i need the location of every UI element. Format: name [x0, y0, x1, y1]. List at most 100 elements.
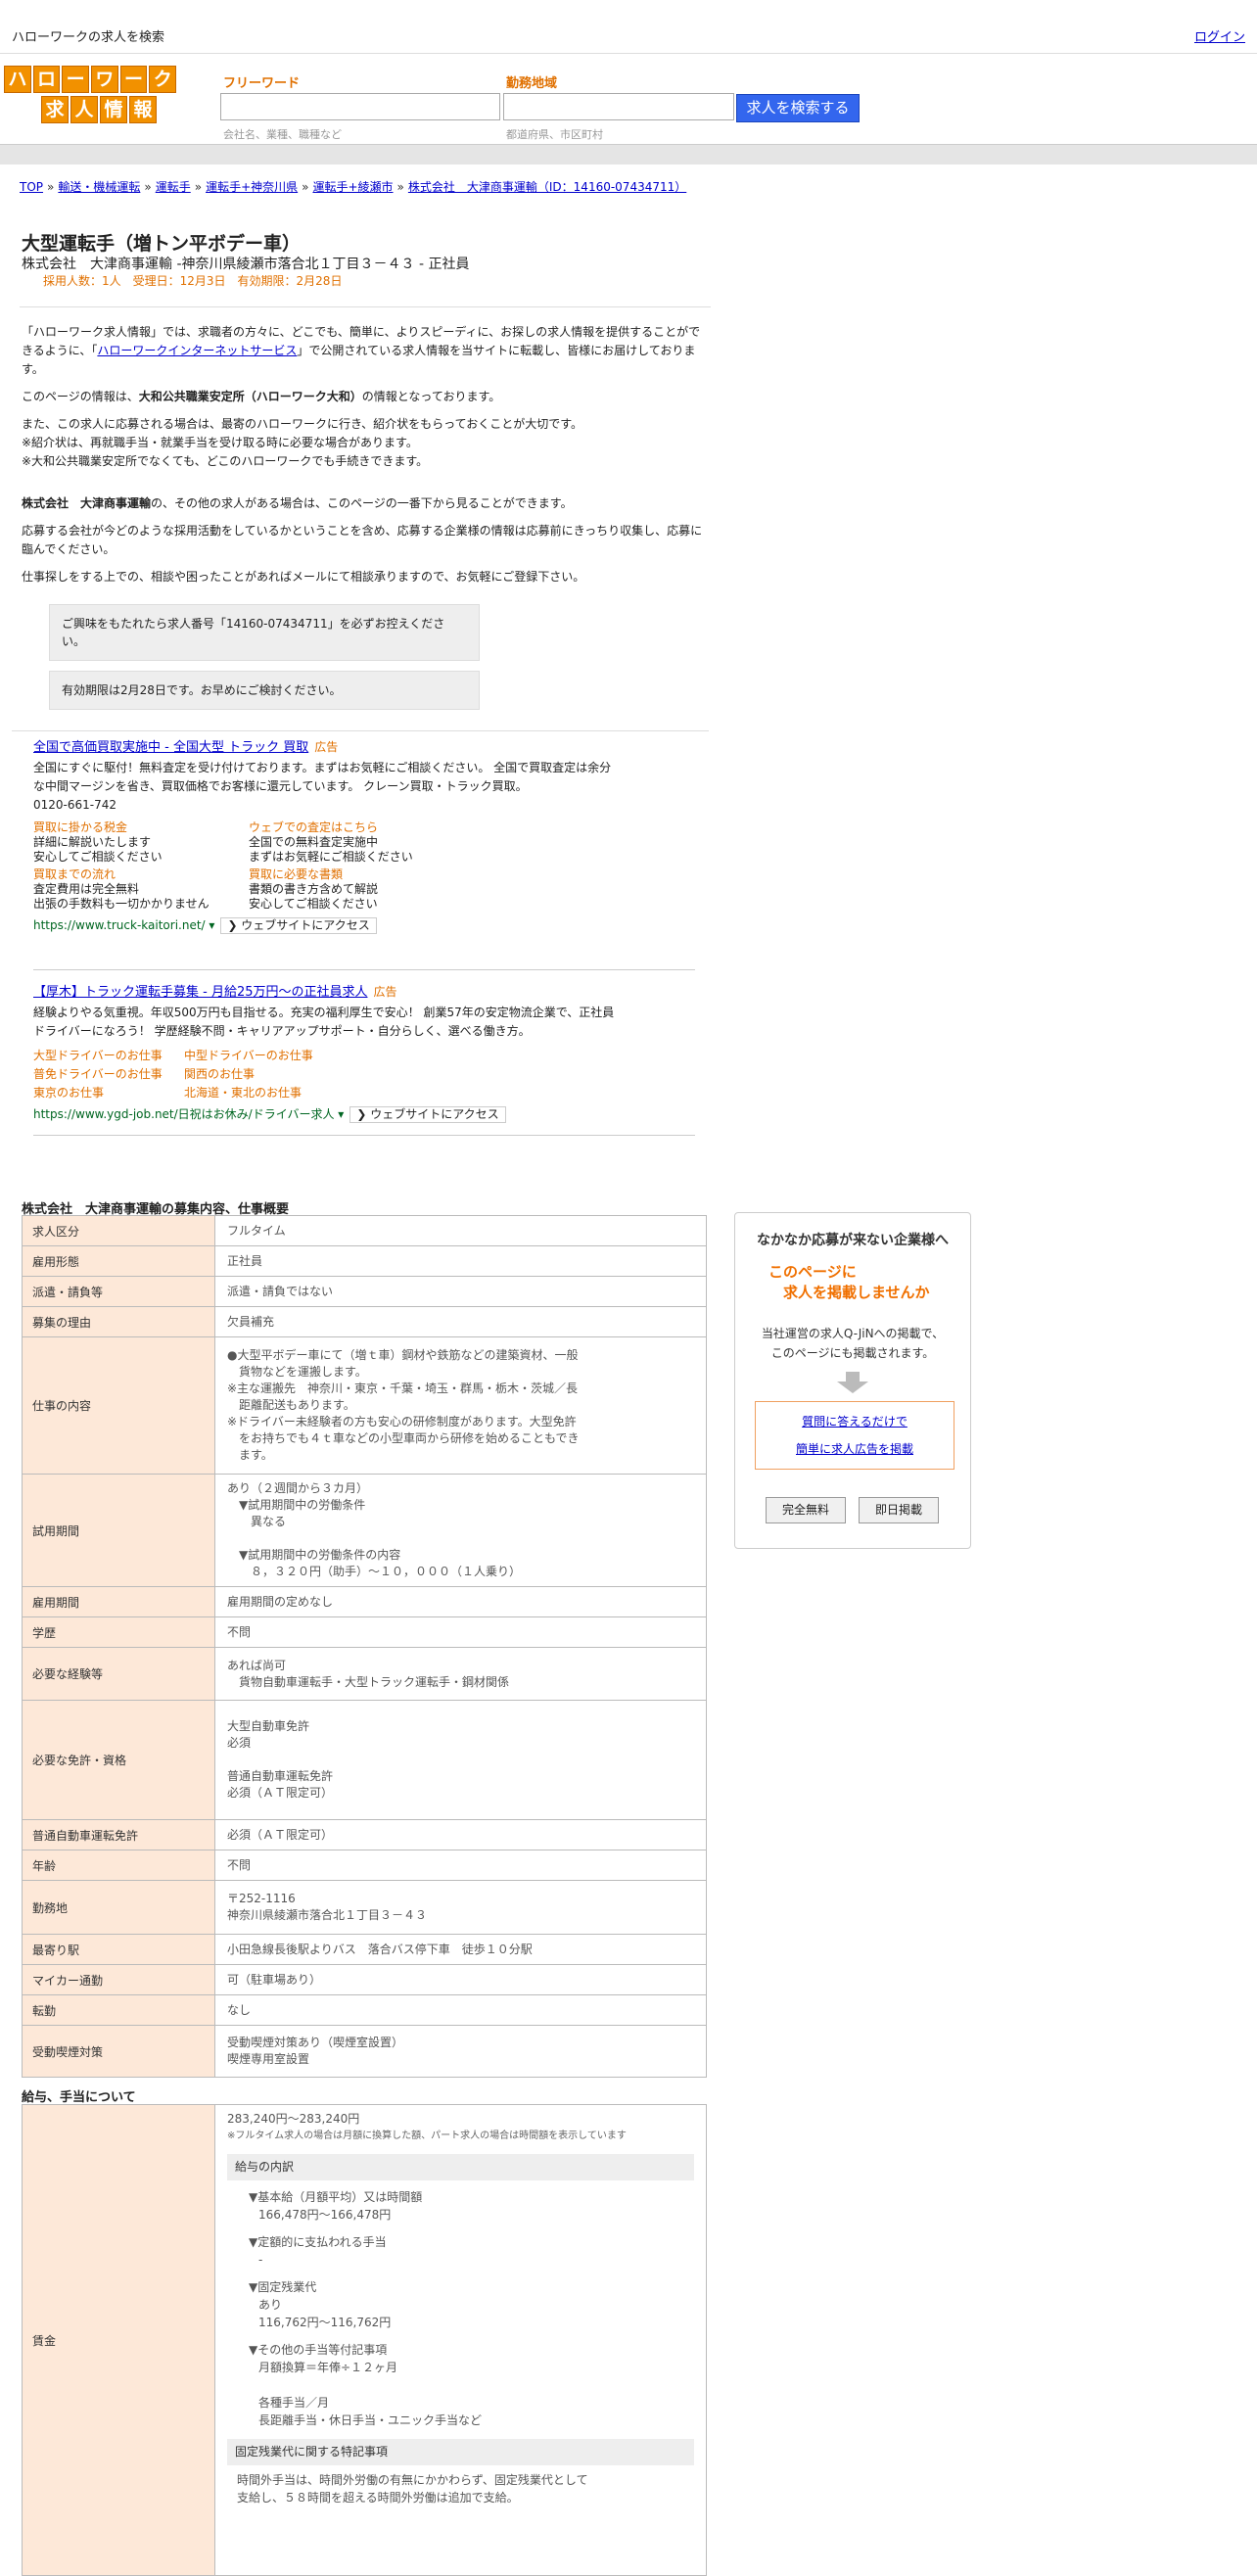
down-arrow-icon	[837, 1372, 868, 1393]
ad-phone[interactable]: 0120-661-742	[33, 796, 621, 815]
table-row: マイカー通勤 可（駐車場あり）	[22, 1964, 707, 1995]
breadcrumb-link[interactable]: 運転手	[156, 180, 191, 194]
divider	[12, 730, 709, 731]
ad-sitelink[interactable]: 買取までの流れ 査定費用は完全無料 出張の手数料も一切かかりません	[33, 867, 249, 912]
logo-char: ー	[62, 66, 90, 93]
salary-range: 283,240円〜283,240円	[227, 2112, 360, 2126]
logo-char: ー	[119, 66, 148, 93]
header: ハ ロ ー ワ ー ク 求 人 情 報 フリーワード 会社名、業種、職種など 勤…	[0, 54, 1257, 144]
logo-char: ロ	[32, 66, 61, 93]
table-row: 勤務地 〒252-1116 神奈川県綾瀬市落合北１丁目３－４３	[22, 1880, 707, 1935]
fixed-overtime-text: 時間外手当は、時間外労働の有無にかかわらず、固定残業代として 支給し、５８時間を…	[237, 2473, 588, 2505]
page-title: 大型運転手（増トン平ボデー車）	[22, 233, 302, 255]
table-row: 仕事の内容 ●大型平ボデー車にて（増ｔ車）鋼材や鉄筋などの建築資材、一般 貨物など…	[22, 1336, 707, 1475]
top-bar: ハローワークの求人を検索 ログイン	[0, 0, 1257, 54]
ad-sitelink[interactable]: ウェブでの査定はこちら 全国での無料査定実施中 まずはお気軽にご相談ください	[249, 820, 464, 865]
table-row: 雇用形態 正社員	[22, 1245, 707, 1277]
divider	[33, 969, 695, 970]
visit-website-button[interactable]: ❯ ウェブサイトにアクセス	[220, 917, 377, 934]
promo-title: なかなか応募が来ない企業様へ	[757, 1233, 949, 1248]
salary-breakdown: ▼基本給（月額平均）又は時間額 166,478円〜166,478円 ▼定額的に支…	[249, 2190, 483, 2427]
table-row: 最寄り駅 小田急線長後駅よりバス 落合バス停下車 徒歩１０分駅	[22, 1934, 707, 1965]
ad-sitelink[interactable]: 買取に必要な書類 書類の書き方含めて解説 安心してご相談ください	[249, 867, 464, 912]
ad-url[interactable]: https://www.truck-kaitori.net/	[33, 918, 206, 932]
breadcrumb-link[interactable]: 運転手+綾瀬市	[312, 180, 393, 194]
ad-sitelink[interactable]: 関西のお仕事	[184, 1065, 399, 1084]
header-divider	[0, 144, 1257, 164]
promo-description: 当社運営の求人Q-JiNへの掲載で、 このページにも掲載されます。	[761, 1327, 945, 1360]
ad-tag: 広告	[314, 740, 339, 754]
logo-char: 人	[70, 96, 98, 123]
ad-sitelinks: 大型ドライバーのお仕事 中型ドライバーのお仕事 普免ドライバーのお仕事 関西のお…	[33, 1047, 621, 1102]
salary-section-title: 給与、手当について	[22, 2090, 136, 2105]
freeword-label: フリーワード	[223, 76, 301, 91]
table-row: 必要な経験等 あれば尚可 貨物自動車運転手・大型トラック運転手・鋼材関係	[22, 1647, 707, 1701]
ad-sitelink[interactable]: 買取に掛かる税金 詳細に解説いたします 安心してご相談ください	[33, 820, 249, 865]
ad-title-link[interactable]: 【厚木】トラック運転手募集 - 月給25万円～の正社員求人	[33, 985, 368, 1000]
visit-website-button[interactable]: ❯ ウェブサイトにアクセス	[349, 1106, 506, 1123]
table-row: 受動喫煙対策 受動喫煙対策あり（喫煙室設置） 喫煙専用室設置	[22, 2025, 707, 2078]
ad-sitelink[interactable]: 普免ドライバーのお仕事	[33, 1065, 184, 1084]
table-row: 転勤 なし	[22, 1994, 707, 2026]
table-row: 雇用期間 雇用期間の定めなし	[22, 1586, 707, 1617]
divider	[33, 1135, 695, 1136]
logo-char: 報	[129, 96, 157, 123]
company-line: 株式会社 大津商事運輸 -神奈川県綾瀬市落合北１丁目３－４３ - 正社員	[22, 257, 470, 272]
salary-note: ※フルタイム求人の場合は月額に換算した額、パート求人の場合は時間額を表示していま…	[227, 2131, 627, 2141]
fixed-overtime-head: 固定残業代に関する特記事項	[227, 2439, 694, 2465]
logo-char: 情	[100, 96, 127, 123]
ad-sitelink[interactable]: 大型ドライバーのお仕事	[33, 1047, 184, 1065]
hellowork-logo[interactable]: ハ ロ ー ワ ー ク 求 人 情 報	[4, 66, 177, 123]
breadcrumb-link[interactable]: TOP	[20, 180, 43, 194]
table-row: 募集の理由 欠員補充	[22, 1306, 707, 1337]
logo-char: ク	[149, 66, 177, 93]
ad-tag: 広告	[373, 985, 397, 999]
ad-title-link[interactable]: 全国で高価買取実施中 - 全国大型 トラック 買取	[33, 740, 308, 755]
free-button[interactable]: 完全無料	[766, 1497, 846, 1523]
freeword-input[interactable]	[220, 93, 500, 120]
recruit-table: 求人区分 フルタイム 雇用形態 正社員 派遣・請負等 派遣・請負ではない 募集の理由欠…	[22, 1215, 707, 2078]
ad-sitelink[interactable]: 北海道・東北のお仕事	[184, 1084, 399, 1102]
breadcrumb-link[interactable]: 株式会社 大津商事運輸（ID：14160-07434711）	[408, 180, 686, 194]
table-row: 賃金 283,240円〜283,240円 ※フルタイム求人の場合は月額に換算した…	[22, 2104, 707, 2576]
ad-body: 全国にすぐに駆付！無料査定を受け付けております。まずはお気軽にご相談ください。 …	[33, 761, 612, 793]
breadcrumb: TOP» 輸送・機械運転» 運転手» 運転手+神奈川県» 運転手+綾瀬市» 株式会社 大津…	[20, 180, 687, 194]
ad-block: 全国で高価買取実施中 - 全国大型 トラック 買取 広告 全国にすぐに駆付！無料査…	[33, 740, 621, 934]
ad-url[interactable]: https://www.ygd-job.net/日祝はお休み/ドライバー求人	[33, 1107, 334, 1121]
table-row: 必要な免許・資格 大型自動車免許 必須 普通自動車運転免許 必須（ＡＴ限定可）	[22, 1700, 707, 1820]
area-input[interactable]	[503, 93, 734, 120]
site-title: ハローワークの求人を検索	[12, 30, 165, 45]
freeword-hint: 会社名、業種、職種など	[223, 128, 342, 141]
area-label: 勤務地域	[506, 76, 558, 91]
search-button[interactable]: 求人を検索する	[736, 94, 860, 122]
notice-expiry: 有効期限は2月28日です。お早めにご検討ください。	[49, 671, 480, 710]
ad-sitelinks: 買取に掛かる税金 詳細に解説いたします 安心してご相談ください ウェブでの査定はこち…	[33, 820, 621, 912]
breadcrumb-link[interactable]: 運転手+神奈川県	[206, 180, 298, 194]
ad-body: 経験よりやる気重視。年収500万円も目指せる。充実の福利厚生で安心！ 創業57年…	[33, 1006, 615, 1038]
promo-cta-box: 質問に答えるだけで 簡単に求人広告を掲載	[755, 1401, 954, 1470]
intro-text: 「ハローワーク求人情報」では、求職者の方々に、どこでも、簡単に、よりスピーディに…	[22, 325, 703, 584]
notice-job-number: ご興味をもたれたら求人番号「14160-07434711」を必ずお控えください。	[49, 604, 480, 661]
table-row: 求人区分 フルタイム	[22, 1215, 707, 1246]
hellowork-internet-link[interactable]: ハローワークインターネットサービス	[97, 344, 297, 357]
divider	[20, 306, 711, 307]
table-row: 学歴 不問	[22, 1616, 707, 1648]
job-meta: 採用人数：1人 受理日：12月3日 有効期限：2月28日	[43, 274, 343, 288]
salary-table: 賃金 283,240円〜283,240円 ※フルタイム求人の場合は月額に換算した…	[22, 2104, 707, 2576]
promo-headline: このページに 求人を掲載しませんか	[768, 1263, 930, 1301]
promo-cta-link[interactable]: 質問に答えるだけで	[802, 1415, 908, 1429]
login-link[interactable]: ログイン	[1194, 26, 1245, 45]
table-row: 普通自動車運転免許 必須（ＡＴ限定可）	[22, 1819, 707, 1850]
table-row: 試用期間 あり（２週間から３カ月） ▼試用期間中の労働条件 異なる ▼試用期間中の…	[22, 1474, 707, 1587]
salary-breakdown-head: 給与の内訳	[227, 2154, 694, 2180]
logo-char: 求	[41, 96, 69, 123]
advertise-promo-box: なかなか応募が来ない企業様へ このページに 求人を掲載しませんか 当社運営の求人…	[734, 1212, 971, 1549]
table-row: 年齢 不問	[22, 1850, 707, 1881]
ad-sitelink[interactable]: 東京のお仕事	[33, 1084, 184, 1102]
breadcrumb-link[interactable]: 輸送・機械運転	[58, 180, 140, 194]
same-day-button[interactable]: 即日掲載	[859, 1497, 939, 1523]
table-row: 派遣・請負等 派遣・請負ではない	[22, 1276, 707, 1307]
promo-cta-link[interactable]: 簡単に求人広告を掲載	[796, 1442, 913, 1456]
area-hint: 都道府県、市区町村	[506, 128, 603, 141]
ad-sitelink[interactable]: 中型ドライバーのお仕事	[184, 1047, 399, 1065]
